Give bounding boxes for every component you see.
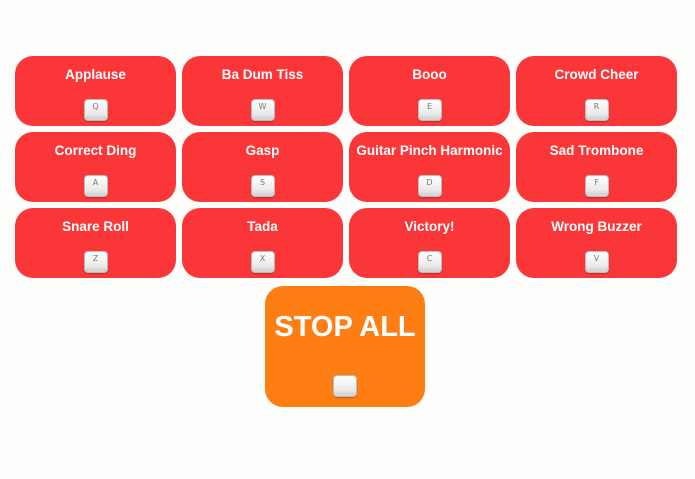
sound-button-ba-dum-tiss[interactable]: Ba Dum Tiss W	[182, 56, 343, 126]
sound-button-correct-ding[interactable]: Correct Ding A	[15, 132, 176, 202]
sound-button-tada[interactable]: Tada X	[182, 208, 343, 278]
keycap-icon: C	[417, 251, 442, 273]
sound-button-label: Wrong Buzzer	[551, 219, 642, 234]
sound-button-snare-roll[interactable]: Snare Roll Z	[15, 208, 176, 278]
keycap-icon: F	[584, 175, 609, 197]
sound-button-label: Ba Dum Tiss	[221, 67, 304, 82]
sound-button-gasp[interactable]: Gasp S	[182, 132, 343, 202]
keycap-icon: Q	[83, 99, 108, 121]
sound-button-label: Correct Ding	[54, 143, 137, 158]
sound-button-grid: Applause Q Ba Dum Tiss W Booo E Crowd Ch…	[15, 56, 677, 278]
sound-button-sad-trombone[interactable]: Sad Trombone F	[516, 132, 677, 202]
keycap-icon: X	[250, 251, 275, 273]
keycap-icon: V	[584, 251, 609, 273]
sound-button-booo[interactable]: Booo E	[349, 56, 510, 126]
keycap-icon: R	[584, 99, 609, 121]
sound-button-label: Sad Trombone	[549, 143, 644, 158]
sound-button-label: Crowd Cheer	[554, 67, 639, 82]
keycap-icon: Z	[83, 251, 108, 273]
keycap-icon	[333, 375, 357, 397]
sound-button-label: Snare Roll	[62, 219, 129, 234]
keycap-icon: D	[417, 175, 442, 197]
sound-button-label: Booo	[412, 67, 447, 82]
keycap-icon: E	[417, 99, 442, 121]
sound-button-applause[interactable]: Applause Q	[15, 56, 176, 126]
sound-button-guitar-pinch-harmonic[interactable]: Guitar Pinch Harmonic D	[349, 132, 510, 202]
stop-all-label: STOP ALL	[274, 311, 416, 343]
sound-button-label: Applause	[65, 67, 126, 82]
keycap-icon: S	[250, 175, 275, 197]
stop-all-button[interactable]: STOP ALL	[265, 286, 425, 407]
sound-button-crowd-cheer[interactable]: Crowd Cheer R	[516, 56, 677, 126]
sound-button-victory[interactable]: Victory! C	[349, 208, 510, 278]
sound-button-label: Guitar Pinch Harmonic	[356, 143, 503, 158]
keycap-icon: W	[250, 99, 275, 121]
sound-button-label: Tada	[247, 219, 278, 234]
keycap-icon: A	[83, 175, 108, 197]
sound-button-label: Gasp	[245, 143, 280, 158]
sound-button-wrong-buzzer[interactable]: Wrong Buzzer V	[516, 208, 677, 278]
sound-button-label: Victory!	[404, 219, 455, 234]
